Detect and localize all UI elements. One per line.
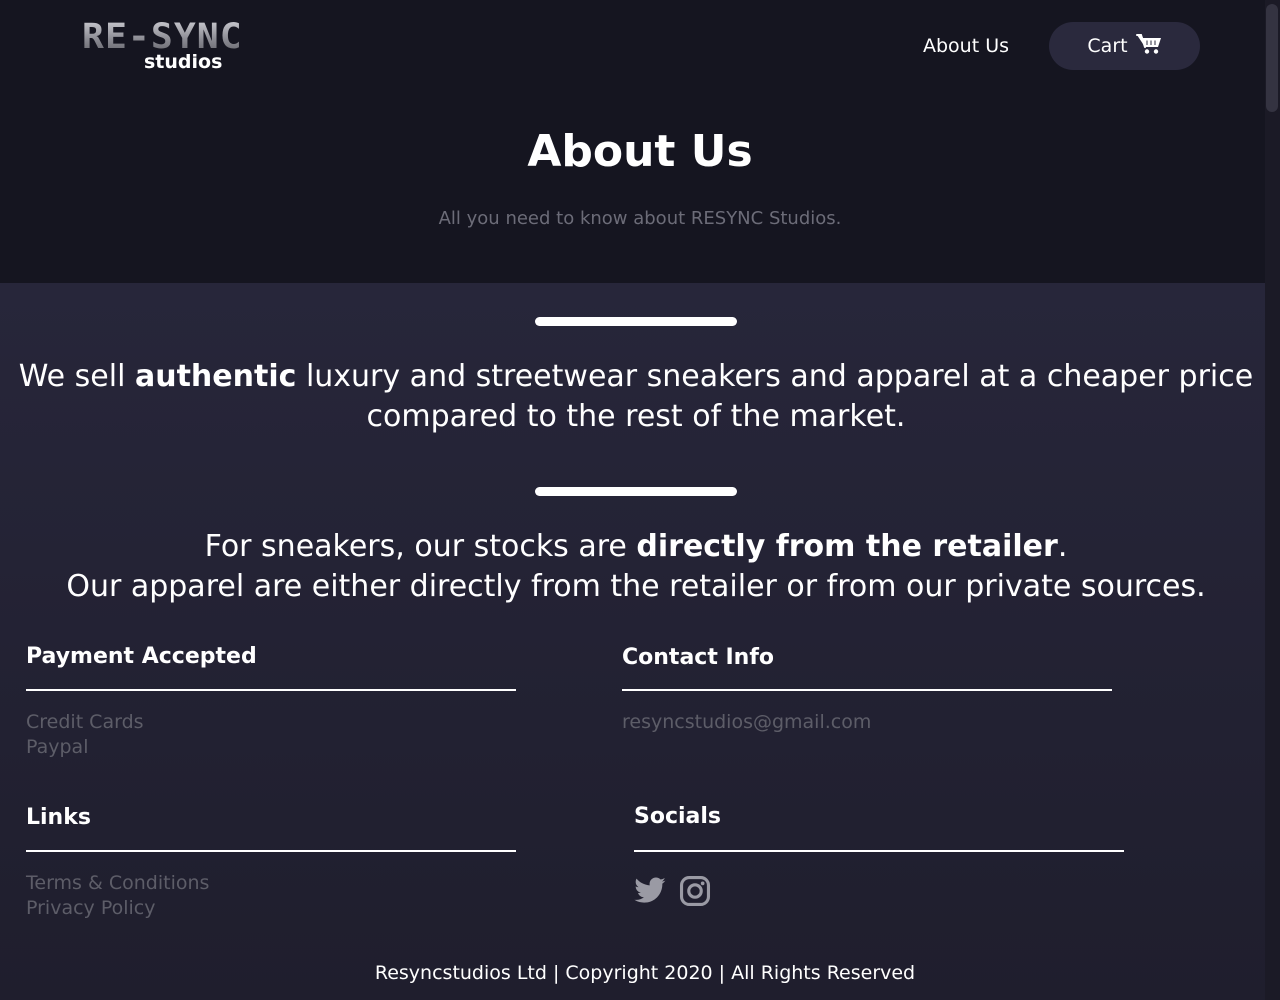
- statement-text: For sneakers, our stocks are: [204, 529, 637, 564]
- links-title: Links: [26, 805, 91, 830]
- header: RE-SYNC studios About Us Cart About Us A…: [0, 0, 1265, 283]
- contact-email-link[interactable]: resyncstudios@gmail.com: [622, 709, 871, 735]
- statement-text: We sell: [18, 359, 135, 394]
- contact-title: Contact Info: [622, 645, 775, 670]
- terms-link[interactable]: Terms & Conditions: [26, 870, 209, 896]
- cart-icon: [1135, 33, 1162, 60]
- statement-sourcing: For sneakers, our stocks are directly fr…: [0, 527, 1272, 607]
- cart-button[interactable]: Cart: [1049, 22, 1200, 70]
- logo-subtitle: studios: [144, 51, 223, 73]
- scrollbar-track[interactable]: [1265, 0, 1280, 1000]
- page-title: About Us: [527, 126, 753, 177]
- page: RE-SYNC studios About Us Cart About Us A…: [0, 0, 1265, 1000]
- socials-title: Socials: [634, 804, 722, 829]
- cart-label: Cart: [1087, 35, 1128, 57]
- twitter-icon[interactable]: [633, 874, 667, 908]
- statement-emphasis: directly from the retailer: [636, 529, 1058, 564]
- scrollbar-thumb[interactable]: [1266, 4, 1278, 112]
- brand-logo[interactable]: RE-SYNC studios: [82, 18, 298, 76]
- footer-rule: [622, 689, 1112, 691]
- statement-text: luxury and streetwear sneakers and appar…: [296, 359, 1254, 434]
- section-divider: [535, 317, 737, 326]
- section-divider: [535, 487, 737, 496]
- privacy-link[interactable]: Privacy Policy: [26, 895, 155, 921]
- footer-rule: [26, 689, 516, 691]
- copyright-text: Resyncstudios Ltd | Copyright 2020 | All…: [374, 962, 916, 984]
- payment-item: Paypal: [26, 736, 89, 758]
- payment-item: Credit Cards: [26, 711, 144, 733]
- instagram-icon[interactable]: [678, 874, 712, 908]
- statement-emphasis: authentic: [134, 359, 297, 394]
- footer-rule: [634, 850, 1124, 852]
- footer-rule: [26, 850, 516, 852]
- statement-authentic: We sell authentic luxury and streetwear …: [0, 357, 1272, 437]
- page-subtitle: All you need to know about RESYNC Studio…: [438, 208, 842, 229]
- statement-text: .: [1057, 529, 1068, 564]
- nav-about-link[interactable]: About Us: [923, 33, 1009, 59]
- payment-title: Payment Accepted: [26, 644, 257, 669]
- statement-text: Our apparel are either directly from the…: [66, 569, 1206, 604]
